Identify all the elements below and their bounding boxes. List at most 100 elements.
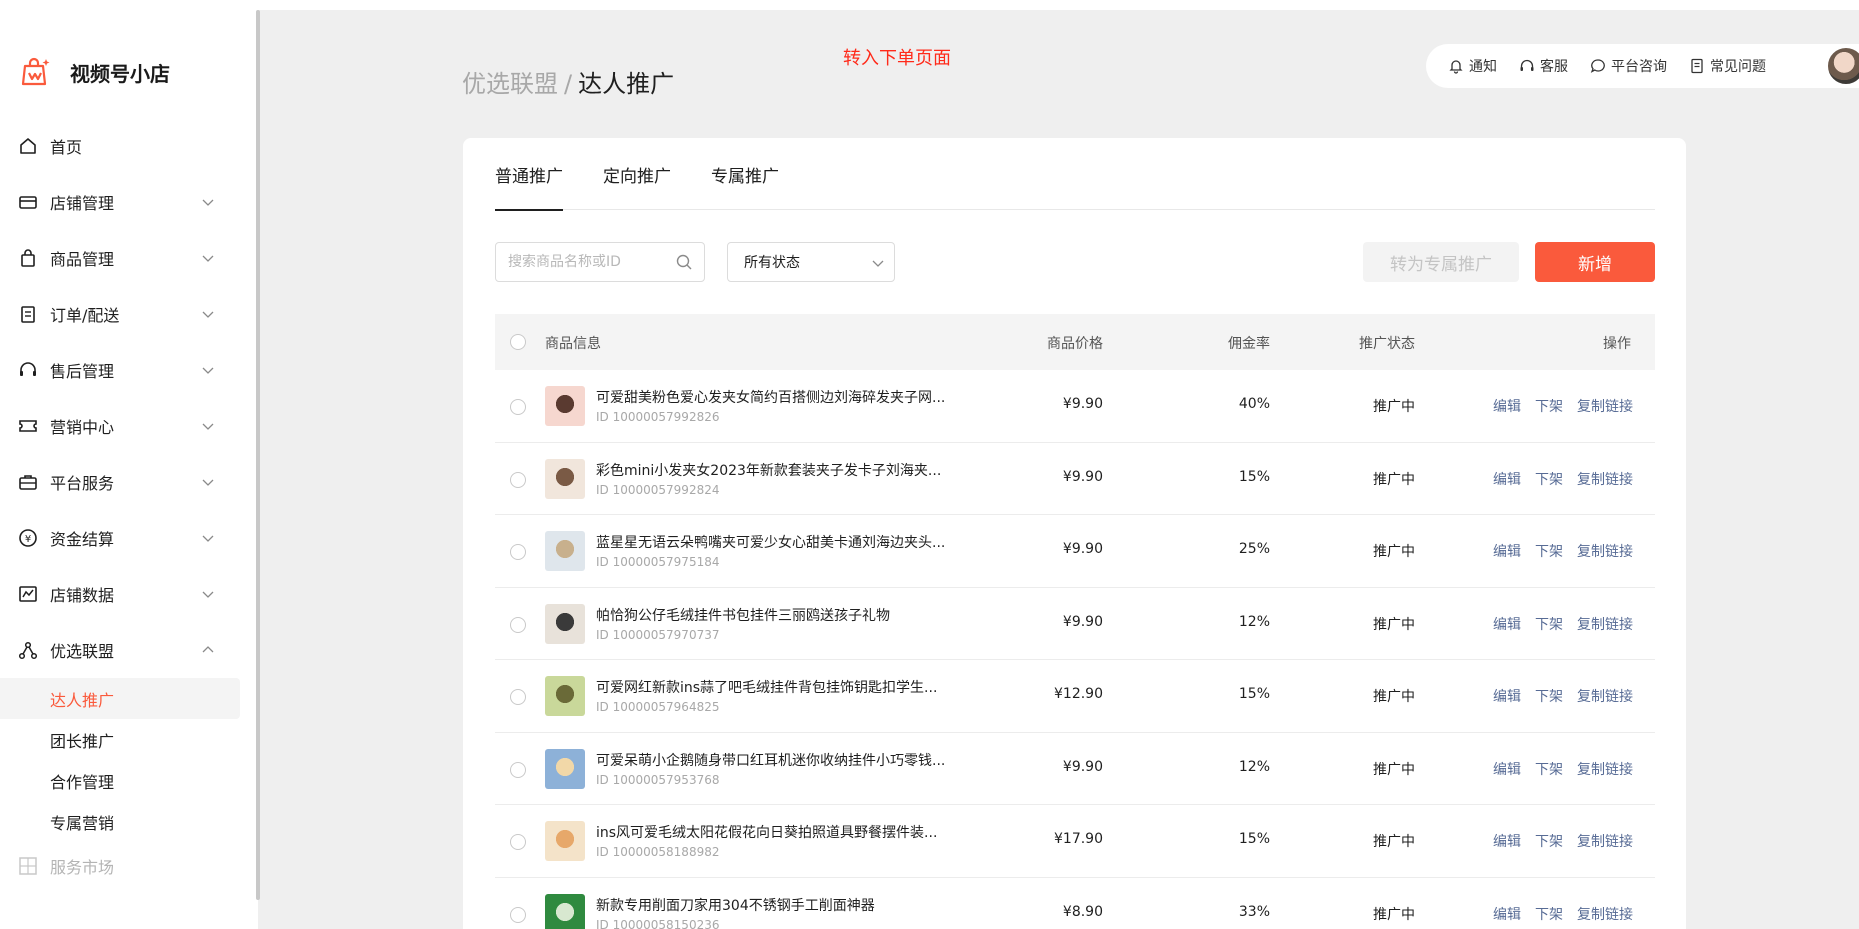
sidebar-item-label: 商品管理 [50, 250, 115, 269]
product-name[interactable]: 可爱呆萌小企鹅随身带口红耳机迷你收纳挂件小巧零钱... [596, 750, 945, 770]
edit-link[interactable]: 编辑 [1493, 469, 1521, 489]
tab-exclusive-promotion[interactable]: 专属推广 [711, 138, 779, 210]
product-name[interactable]: 可爱网红新款ins蒜了吧毛绒挂件背包挂饰钥匙扣学生... [596, 677, 937, 697]
sidebar-item-aftersales[interactable]: 售后管理 [0, 342, 256, 398]
row-select-radio[interactable] [510, 616, 526, 633]
product-name[interactable]: 可爱甜美粉色爱心发夹女简约百搭侧边刘海碎发夹子网... [596, 387, 945, 407]
row-select-radio[interactable] [510, 689, 526, 705]
product-name[interactable]: 新款专用削面刀家用304不锈钢手工削面神器 [596, 895, 875, 915]
sidebar-subitem-exclusive-marketing[interactable]: 专属营销 [0, 801, 256, 842]
copy-link[interactable]: 复制链接 [1577, 541, 1633, 561]
delist-link[interactable]: 下架 [1535, 759, 1563, 779]
product-id: ID 10000057970737 [596, 627, 720, 642]
copy-link[interactable]: 复制链接 [1577, 396, 1633, 416]
copy-link[interactable]: 复制链接 [1577, 759, 1633, 779]
delist-link[interactable]: 下架 [1535, 686, 1563, 706]
row-select-radio[interactable] [510, 906, 526, 923]
row-select-radio[interactable] [510, 399, 526, 415]
sidebar-item-service-market[interactable]: 服务市场 [0, 842, 256, 890]
sidebar-item-store[interactable]: 店铺管理 [0, 174, 256, 230]
delist-link[interactable]: 下架 [1535, 541, 1563, 561]
header-status: 推广状态 [1359, 336, 1415, 352]
sidebar-item-orders[interactable]: 订单/配送 [0, 286, 256, 342]
faq-button[interactable]: 常见问题 [1689, 56, 1766, 76]
platform-consult-button[interactable]: 平台咨询 [1590, 56, 1667, 76]
edit-link[interactable]: 编辑 [1493, 541, 1521, 561]
product-commission: 15% [1238, 468, 1270, 485]
chevron-down-icon [202, 479, 214, 486]
delist-link[interactable]: 下架 [1535, 831, 1563, 851]
tab-normal-promotion[interactable]: 普通推广 [495, 138, 563, 211]
sidebar-subitem-leader-promotion[interactable]: 团长推广 [0, 719, 256, 760]
sidebar-item-store-data[interactable]: 店铺数据 [0, 566, 256, 622]
sidebar-item-settlement[interactable]: ¥ 资金结算 [0, 510, 256, 566]
brand[interactable]: 视频号小店 [20, 52, 170, 92]
sidebar-subitem-cooperation[interactable]: 合作管理 [0, 760, 256, 801]
delist-link[interactable]: 下架 [1535, 614, 1563, 634]
edit-link[interactable]: 编辑 [1493, 904, 1521, 924]
product-name[interactable]: 彩色mini小发夹女2023年新款套装夹子发卡子刘海夹... [596, 460, 941, 480]
product-price: ¥9.90 [1062, 541, 1103, 557]
copy-link[interactable]: 复制链接 [1577, 904, 1633, 924]
header-commission: 佣金率 [1228, 336, 1270, 352]
sidebar-item-platform-services[interactable]: 平台服务 [0, 454, 256, 510]
select-all-radio[interactable] [510, 334, 526, 350]
table-row: 新款专用削面刀家用304不锈钢手工削面神器 ID 10000058150236 … [495, 878, 1655, 929]
avatar[interactable] [1826, 46, 1859, 86]
add-button[interactable]: 新增 [1535, 242, 1655, 282]
chevron-down-icon [202, 255, 214, 262]
headset-icon [1520, 59, 1534, 71]
delist-link[interactable]: 下架 [1535, 469, 1563, 489]
product-name[interactable]: ins风可爱毛绒太阳花假花向日葵拍照道具野餐摆件装... [596, 822, 937, 842]
sidebar-item-label: 店铺管理 [50, 194, 115, 213]
search-input[interactable] [495, 242, 705, 282]
chevron-down-icon [202, 199, 214, 206]
sidebar-item-label: 优选联盟 [50, 642, 115, 661]
product-price: ¥17.90 [1054, 831, 1103, 847]
sidebar-item-label: 订单/配送 [50, 306, 120, 325]
edit-link[interactable]: 编辑 [1493, 686, 1521, 706]
chevron-up-icon [202, 646, 214, 653]
sidebar-item-alliance[interactable]: 优选联盟 [0, 622, 256, 678]
search-icon[interactable] [675, 253, 693, 271]
copy-link[interactable]: 复制链接 [1577, 831, 1633, 851]
edit-link[interactable]: 编辑 [1493, 759, 1521, 779]
product-price: ¥12.90 [1054, 686, 1103, 702]
sidebar-scrollbar[interactable] [256, 10, 260, 900]
row-select-radio[interactable] [510, 834, 526, 850]
tab-targeted-promotion[interactable]: 定向推广 [603, 138, 671, 210]
row-operations: 编辑 下架 复制链接 [1479, 541, 1633, 561]
edit-link[interactable]: 编辑 [1493, 396, 1521, 416]
product-name[interactable]: 帕恰狗公仔毛绒挂件书包挂件三丽鸥送孩子礼物 [596, 605, 890, 625]
row-select-radio[interactable] [510, 761, 526, 778]
sidebar-item-marketing[interactable]: 营销中心 [0, 398, 256, 454]
copy-link[interactable]: 复制链接 [1577, 614, 1633, 634]
copy-link[interactable]: 复制链接 [1577, 469, 1633, 489]
row-select-radio[interactable] [510, 544, 526, 560]
edit-link[interactable]: 编辑 [1493, 831, 1521, 851]
sidebar-item-label: 营销中心 [50, 418, 115, 437]
breadcrumb-parent[interactable]: 优选联盟 [462, 70, 558, 98]
delist-link[interactable]: 下架 [1535, 396, 1563, 416]
delist-link[interactable]: 下架 [1535, 904, 1563, 924]
yuan-icon: ¥ [18, 528, 38, 548]
convert-exclusive-button[interactable]: 转为专属推广 [1363, 242, 1519, 282]
product-commission: 25% [1238, 541, 1270, 557]
product-price: ¥9.90 [1062, 396, 1103, 412]
product-price: ¥9.90 [1062, 758, 1103, 775]
row-select-radio[interactable] [510, 471, 526, 488]
sidebar-item-home[interactable]: 首页 [0, 118, 256, 174]
notify-button[interactable]: 通知 [1448, 56, 1497, 76]
product-id: ID 10000057975184 [596, 555, 720, 569]
product-thumbnail [545, 603, 585, 644]
edit-link[interactable]: 编辑 [1493, 614, 1521, 634]
customer-service-button[interactable]: 客服 [1519, 56, 1568, 76]
copy-link[interactable]: 复制链接 [1577, 686, 1633, 706]
sidebar-item-products[interactable]: 商品管理 [0, 230, 256, 286]
row-operations: 编辑 下架 复制链接 [1479, 759, 1633, 779]
sidebar-subitem-creator-promotion[interactable]: 达人推广 [0, 678, 240, 719]
product-name[interactable]: 蓝星星无语云朵鸭嘴夹可爱少女心甜美卡通刘海边夹头... [596, 532, 945, 552]
status-select[interactable]: 所有状态 [727, 242, 895, 282]
product-thumbnail [545, 821, 585, 861]
row-operations: 编辑 下架 复制链接 [1479, 469, 1633, 489]
